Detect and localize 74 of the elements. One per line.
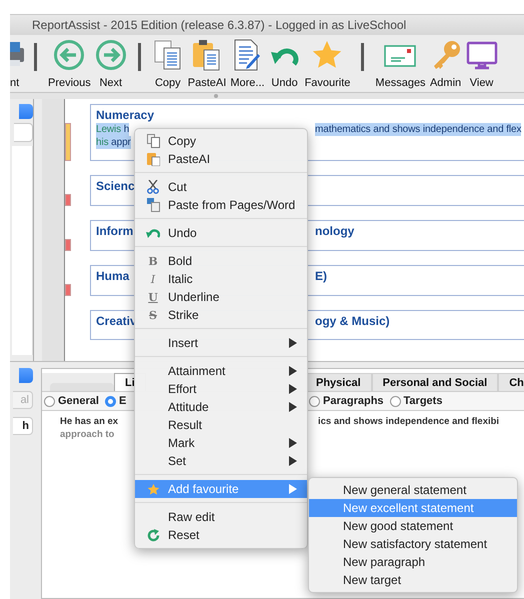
- toolbar-button[interactable]: Undo: [268, 39, 302, 89]
- card-title: nology: [315, 224, 354, 239]
- toolbar-button[interactable]: View: [464, 39, 499, 89]
- toolbar-button[interactable]: More...: [229, 39, 266, 89]
- menu-item[interactable]: Raw edit: [135, 508, 307, 526]
- toolbar-button[interactable]: Next: [94, 39, 128, 89]
- statement-text: ics and shows independence and flexibi: [318, 415, 500, 428]
- tab[interactable]: Physical: [305, 373, 372, 391]
- statement-text: approach to: [60, 428, 114, 441]
- card-title: Scienc: [96, 179, 135, 194]
- toolbar-button[interactable]: Messages: [374, 39, 427, 89]
- menu-item[interactable]: Undo: [135, 224, 307, 242]
- statement-text: Lewis h: [96, 123, 130, 136]
- copy-icon: [146, 134, 160, 148]
- radio-button[interactable]: General: [44, 395, 99, 407]
- menu-item[interactable]: I Italic: [135, 270, 307, 288]
- window-title: ReportAssist - 2015 Edition (release 6.3.87) - Logged in as LiveSchool: [32, 18, 406, 32]
- scissors-icon: [147, 180, 159, 194]
- toolbar-button[interactable]: Admin: [428, 39, 463, 89]
- menu-item[interactable]: New satisfactory statement: [309, 535, 517, 553]
- menu-item[interactable]: New general statement: [309, 481, 517, 499]
- toolbar-button[interactable]: PasteAI: [186, 39, 228, 89]
- documents-icon: [146, 198, 160, 212]
- right-arrow-circle-icon: [94, 39, 127, 71]
- tab[interactable]: Ch: [498, 373, 524, 391]
- radio-button[interactable]: E: [104, 395, 126, 407]
- menu-item[interactable]: Cut: [135, 178, 307, 196]
- menu-item[interactable]: S Strike: [135, 306, 307, 324]
- toolbar-button[interactable]: nt: [10, 39, 24, 89]
- menu-item[interactable]: Attitude: [135, 398, 307, 416]
- format-letter-icon: I: [150, 272, 156, 286]
- card-title: Numeracy: [96, 108, 154, 123]
- menu-item[interactable]: New target: [309, 571, 517, 589]
- clipboard-icon: [146, 152, 160, 166]
- menu-item[interactable]: Mark: [135, 434, 307, 452]
- menu-item[interactable]: Reset: [135, 526, 307, 544]
- menu-item[interactable]: Set: [135, 452, 307, 470]
- menu-item[interactable]: Result: [135, 416, 307, 434]
- stepper-control[interactable]: [19, 104, 33, 119]
- tab[interactable]: Personal and Social: [372, 373, 498, 391]
- splitter-handle[interactable]: [214, 94, 218, 98]
- submenu-arrow-icon: [289, 338, 297, 348]
- menu-item[interactable]: New paragraph: [309, 553, 517, 571]
- format-letter-icon: U: [148, 290, 158, 304]
- toolbar-button[interactable]: Favourite: [304, 39, 352, 89]
- menu-item[interactable]: U Underline: [135, 288, 307, 306]
- card-title: Huma: [96, 269, 130, 284]
- radio-button[interactable]: Paragraphs: [309, 395, 384, 407]
- card-title: Inform: [96, 224, 134, 239]
- statement-text: his appr: [96, 136, 131, 149]
- format-letter-icon: B: [148, 254, 158, 268]
- stepper-control[interactable]: [19, 368, 33, 383]
- radio-button[interactable]: Targets: [390, 395, 442, 407]
- menu-item[interactable]: B Bold: [135, 252, 307, 270]
- menu-item[interactable]: Insert: [135, 334, 307, 352]
- text-field[interactable]: h: [13, 417, 33, 435]
- monitor-icon: [466, 39, 498, 71]
- card-title: E): [315, 269, 327, 284]
- menu-item[interactable]: PasteAI: [135, 150, 307, 168]
- submenu-arrow-icon: [289, 484, 297, 494]
- statement-text: He has an ex: [60, 415, 118, 428]
- search-field[interactable]: [14, 123, 33, 142]
- toolbar-button[interactable]: Previous: [47, 39, 92, 89]
- format-letter-icon: S: [149, 308, 157, 322]
- card-title: ogy & Music): [315, 314, 390, 329]
- menu-item[interactable]: Copy: [135, 132, 307, 150]
- left-arrow-circle-icon: [53, 39, 86, 71]
- star-icon: [146, 482, 160, 496]
- toolbar-button[interactable]: Copy: [150, 39, 185, 89]
- undo-icon: [146, 228, 160, 238]
- statement-text: mathematics and shows independence and flex: [315, 123, 522, 136]
- menu-item[interactable]: New good statement: [309, 517, 517, 535]
- menu-item[interactable]: Paste from Pages/Word: [135, 196, 307, 214]
- refresh-icon: [146, 528, 160, 542]
